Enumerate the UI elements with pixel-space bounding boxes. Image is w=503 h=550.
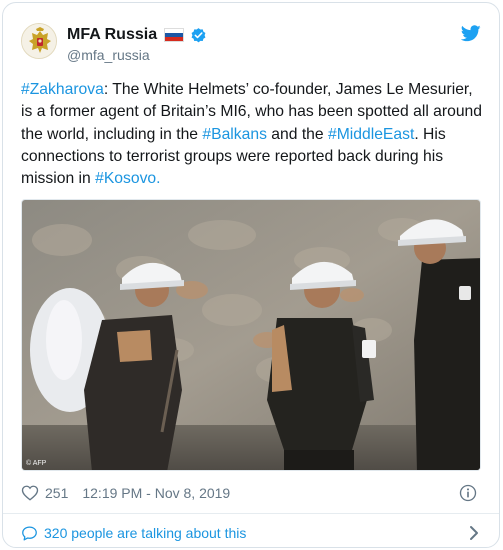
speech-bubble-icon (22, 525, 37, 541)
twitter-bird-icon[interactable] (461, 25, 481, 42)
handle[interactable]: @mfa_russia (67, 47, 150, 63)
conversation-link[interactable]: 320 people are talking about this (21, 521, 483, 545)
conversation-count-text[interactable]: 320 people are talking about this (44, 525, 246, 541)
photo-credit: © AFP (26, 460, 47, 467)
tweet-photo[interactable]: © AFP (21, 199, 481, 471)
display-name[interactable]: MFA Russia (67, 26, 157, 44)
russia-flag-icon (164, 28, 185, 42)
tweet-text: #Zakharova: The White Helmets’ co-founde… (21, 79, 483, 190)
verified-badge-icon (191, 27, 206, 42)
hashtag-link[interactable]: #Zakharova (21, 81, 104, 98)
hashtag-link[interactable]: #Kosovo (95, 170, 156, 187)
hashtag-link[interactable]: #MiddleEast (328, 126, 414, 143)
divider (3, 513, 499, 514)
photo-image (22, 200, 480, 470)
hashtag-link[interactable]: #Balkans (202, 126, 267, 143)
coat-of-arms-icon (22, 24, 56, 58)
tweet-text-segment: and the (266, 125, 328, 143)
heart-icon[interactable] (21, 484, 39, 502)
avatar[interactable] (21, 23, 57, 59)
tweet-meta: 251 12:19 PM - Nov 8, 2019 (21, 481, 483, 505)
chevron-right-icon[interactable] (467, 525, 481, 541)
tweet-header: MFA Russia @mfa_russia (3, 3, 499, 73)
name-row: MFA Russia (67, 25, 207, 45)
tweet-text-segment: . (156, 170, 161, 188)
tweet-card: MFA Russia @mfa_russia #Zakharova: The W… (2, 2, 500, 548)
like-count[interactable]: 251 (45, 485, 68, 501)
timestamp[interactable]: 12:19 PM - Nov 8, 2019 (82, 485, 230, 501)
info-icon[interactable] (459, 484, 477, 502)
